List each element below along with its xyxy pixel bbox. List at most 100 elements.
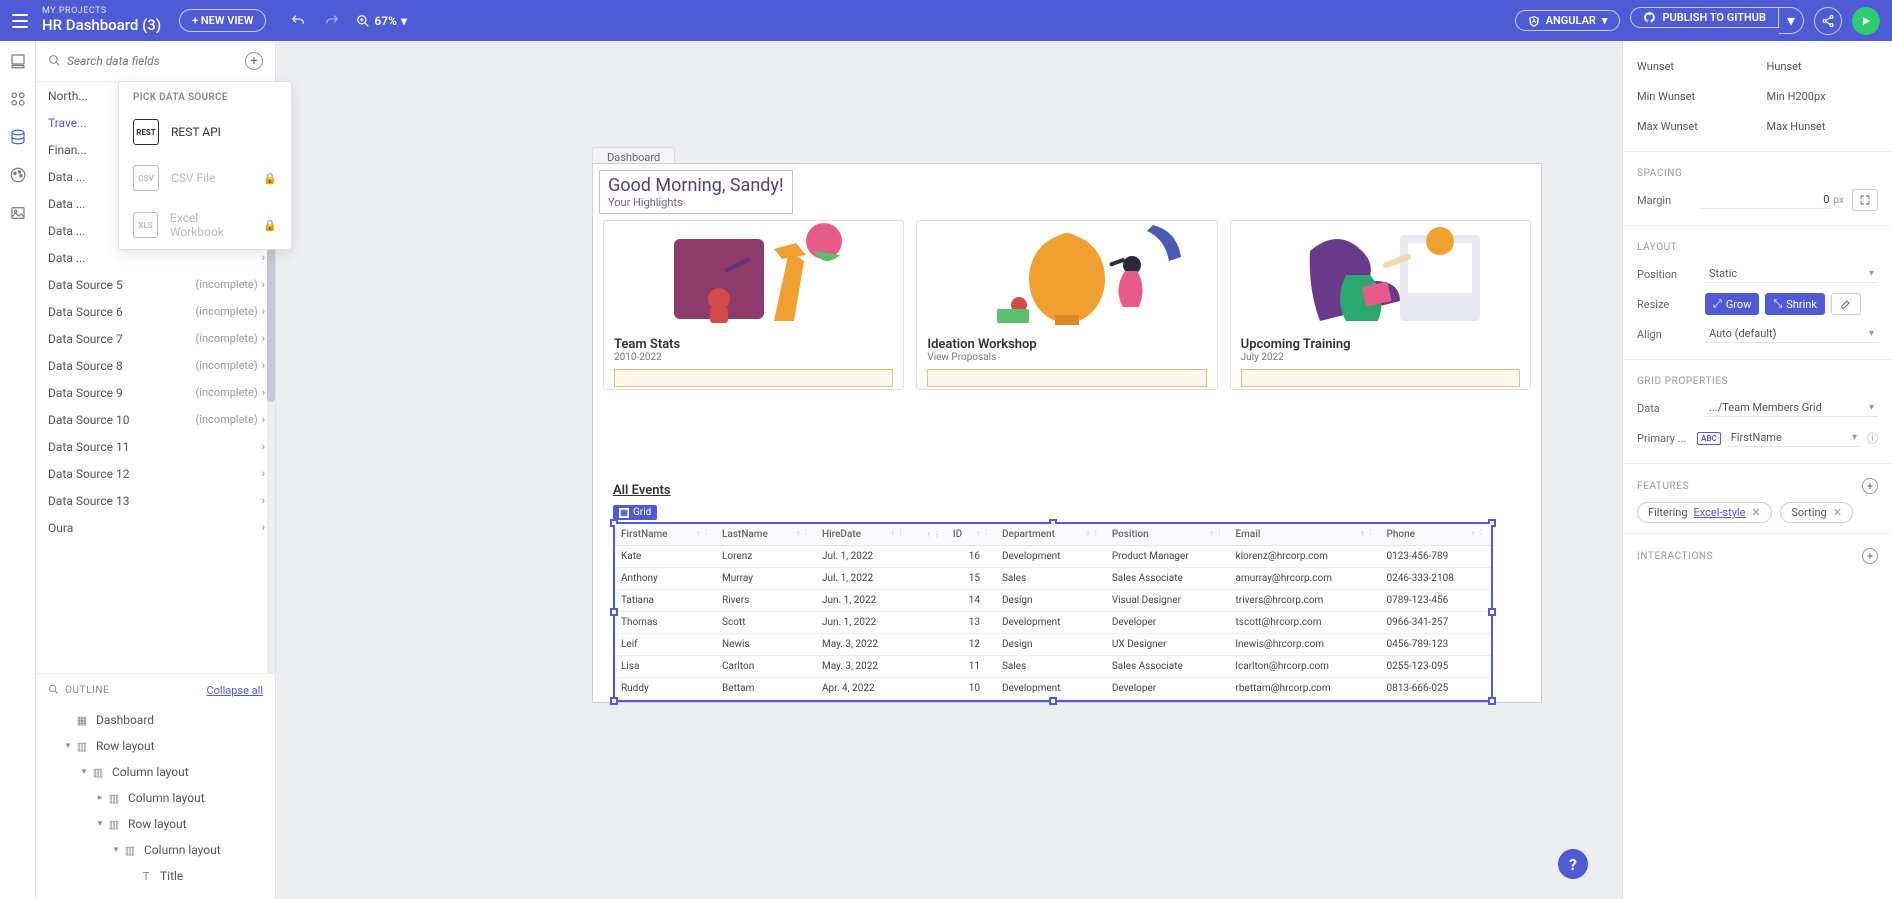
grow-button[interactable]: ⤢ Grow — [1705, 293, 1759, 315]
table-row[interactable]: KateLorenzJul. 1, 202216DevelopmentProdu… — [615, 546, 1491, 568]
table-row[interactable]: AnthonyMurrayJul. 1, 202215SalesSales As… — [615, 568, 1491, 590]
outline-node[interactable]: ▾▥Row layout — [36, 811, 275, 837]
rail-assets-icon[interactable] — [8, 203, 28, 223]
dashboard-card[interactable]: Team Stats2010-2022 — [603, 220, 904, 390]
grid-column-header[interactable]: ↑ ⋮ — [911, 524, 947, 546]
grid-column-header[interactable]: FirstName↑ ⋮ — [615, 524, 716, 546]
data-source-item[interactable]: Oura› — [36, 514, 275, 541]
minh-input[interactable]: 200 — [1795, 90, 1814, 103]
primary-key-select[interactable]: FirstName▾ — [1727, 429, 1861, 447]
add-feature-button[interactable]: + — [1862, 478, 1878, 494]
data-source-item[interactable]: Data Source 13› — [36, 487, 275, 514]
menu-button[interactable] — [8, 9, 32, 33]
margin-expand-button[interactable] — [1852, 189, 1878, 211]
table-row[interactable]: LisaCarltonMay. 3, 202211SalesSales Asso… — [615, 656, 1491, 678]
data-source-item[interactable]: Data Source 12› — [36, 460, 275, 487]
grid-component-selected[interactable]: FirstName↑ ⋮LastName↑ ⋮HireDate↑ ⋮↑ ⋮ID↑… — [613, 522, 1493, 702]
grid-column-header[interactable]: LastName↑ ⋮ — [716, 524, 816, 546]
resize-handle[interactable] — [610, 697, 618, 705]
resize-handle[interactable] — [1488, 608, 1496, 616]
filtering-mode-link[interactable]: Excel-style — [1694, 506, 1746, 519]
align-select[interactable]: Auto (default)▾ — [1705, 325, 1878, 343]
add-interaction-button[interactable]: + — [1862, 548, 1878, 564]
grid-column-header[interactable]: Position↑ ⋮ — [1106, 524, 1230, 546]
outline-node[interactable]: ▸▥Column layout — [36, 785, 275, 811]
data-source-item[interactable]: Data Source 11› — [36, 433, 275, 460]
position-select[interactable]: Static▾ — [1705, 265, 1878, 283]
outline-node[interactable]: ▾▥Column layout — [36, 759, 275, 785]
rail-data-icon[interactable] — [8, 127, 28, 147]
project-name[interactable]: HR Dashboard (3) — [42, 17, 161, 34]
table-row[interactable]: LeifNewisMay. 3, 202212DesignUX Designer… — [615, 634, 1491, 656]
margin-input[interactable]: 0 — [1701, 191, 1831, 209]
redo-icon[interactable] — [322, 11, 342, 31]
grid-column-header[interactable]: HireDate↑ ⋮ — [816, 524, 911, 546]
share-button[interactable] — [1814, 7, 1842, 35]
resize-edit-button[interactable] — [1831, 293, 1861, 315]
sort-icon[interactable]: ↑ ⋮ — [1210, 529, 1224, 538]
resize-handle[interactable] — [1488, 697, 1496, 705]
publish-github-button[interactable]: PUBLISH TO GITHUB — [1630, 7, 1779, 28]
shrink-button[interactable]: ⤡ Shrink — [1765, 293, 1824, 315]
sort-icon[interactable]: ↑ ⋮ — [796, 529, 810, 538]
outline-node[interactable]: ▦Dashboard — [36, 707, 275, 733]
remove-chip-icon[interactable]: ✕ — [1751, 506, 1760, 519]
sort-icon[interactable]: ↑ ⋮ — [976, 529, 990, 538]
data-select[interactable]: .../Team Members Grid▾ — [1705, 399, 1878, 417]
rail-theme-icon[interactable] — [8, 165, 28, 185]
resize-handle[interactable] — [1049, 697, 1057, 705]
dashboard-card[interactable]: Upcoming TrainingJuly 2022 — [1230, 220, 1531, 390]
new-view-button[interactable]: + NEW VIEW — [179, 9, 266, 32]
outline-node[interactable]: TTitle — [36, 863, 275, 889]
data-source-item[interactable]: Data Source 8(incomplete)› — [36, 352, 275, 379]
sort-icon[interactable]: ↑ ⋮ — [927, 530, 941, 539]
data-source-item[interactable]: Data Source 5(incomplete)› — [36, 271, 275, 298]
data-source-item[interactable]: Data Source 10(incomplete)› — [36, 406, 275, 433]
framework-selector[interactable]: ANGULAR ▾ — [1515, 10, 1621, 31]
card-action-bar[interactable] — [614, 369, 893, 387]
sort-icon[interactable]: ↑ ⋮ — [891, 529, 905, 538]
width-input[interactable]: unset — [1647, 60, 1674, 73]
remove-chip-icon[interactable]: ✕ — [1833, 506, 1842, 519]
publish-dropdown[interactable]: ▾ — [1779, 7, 1804, 34]
add-datasource-button[interactable]: + — [245, 52, 263, 70]
sort-icon[interactable]: ↑ ⋮ — [1086, 529, 1100, 538]
maxh-input[interactable]: unset — [1798, 120, 1825, 133]
search-input[interactable] — [67, 54, 245, 68]
undo-icon[interactable] — [288, 11, 308, 31]
data-source-item[interactable]: Data Source 7(incomplete)› — [36, 325, 275, 352]
outline-node[interactable]: ▾▥Column layout — [36, 837, 275, 863]
collapse-all-link[interactable]: Collapse all — [206, 684, 263, 697]
greeting-box[interactable]: Good Morning, Sandy! Your Highlights — [599, 170, 793, 214]
sort-icon[interactable]: ↑ ⋮ — [1360, 529, 1374, 538]
data-source-item[interactable]: Data Source 6(incomplete)› — [36, 298, 275, 325]
info-icon[interactable]: ⓘ — [1867, 430, 1878, 446]
rail-components-icon[interactable] — [8, 89, 28, 109]
table-row[interactable]: ThomasScottJun. 1, 202213DevelopmentDeve… — [615, 612, 1491, 634]
data-source-item[interactable]: Data Source 9(incomplete)› — [36, 379, 275, 406]
picker-rest-api[interactable]: RESTREST API — [119, 109, 291, 155]
chip-filtering[interactable]: Filtering Excel-style ✕ — [1637, 502, 1772, 523]
grid-column-header[interactable]: Email↑ ⋮ — [1230, 524, 1381, 546]
sort-icon[interactable]: ↑ ⋮ — [696, 529, 710, 538]
sort-icon[interactable]: ↑ ⋮ — [1471, 529, 1485, 538]
table-row[interactable]: TatianaRiversJun. 1, 202214DesignVisual … — [615, 590, 1491, 612]
help-button[interactable]: ? — [1558, 849, 1588, 879]
grid-column-header[interactable]: Phone↑ ⋮ — [1380, 524, 1491, 546]
selection-badge[interactable]: ▦ Grid — [613, 505, 657, 520]
rail-views-icon[interactable] — [8, 51, 28, 71]
dashboard-card[interactable]: Ideation WorkshopView Proposals — [916, 220, 1217, 390]
maxw-input[interactable]: unset — [1671, 120, 1698, 133]
resize-handle[interactable] — [610, 608, 618, 616]
grid-column-header[interactable]: ID↑ ⋮ — [947, 524, 996, 546]
preview-button[interactable] — [1852, 7, 1880, 35]
card-action-bar[interactable] — [927, 369, 1206, 387]
zoom-control[interactable]: 67% ▾ — [356, 14, 407, 28]
minw-input[interactable]: unset — [1668, 90, 1695, 103]
grid-column-header[interactable]: Department↑ ⋮ — [996, 524, 1106, 546]
height-input[interactable]: unset — [1774, 60, 1801, 73]
all-events-title[interactable]: All Events — [613, 483, 1493, 498]
outline-node[interactable]: ▾▥Row layout — [36, 733, 275, 759]
chip-sorting[interactable]: Sorting ✕ — [1780, 502, 1853, 523]
card-action-bar[interactable] — [1241, 369, 1520, 387]
